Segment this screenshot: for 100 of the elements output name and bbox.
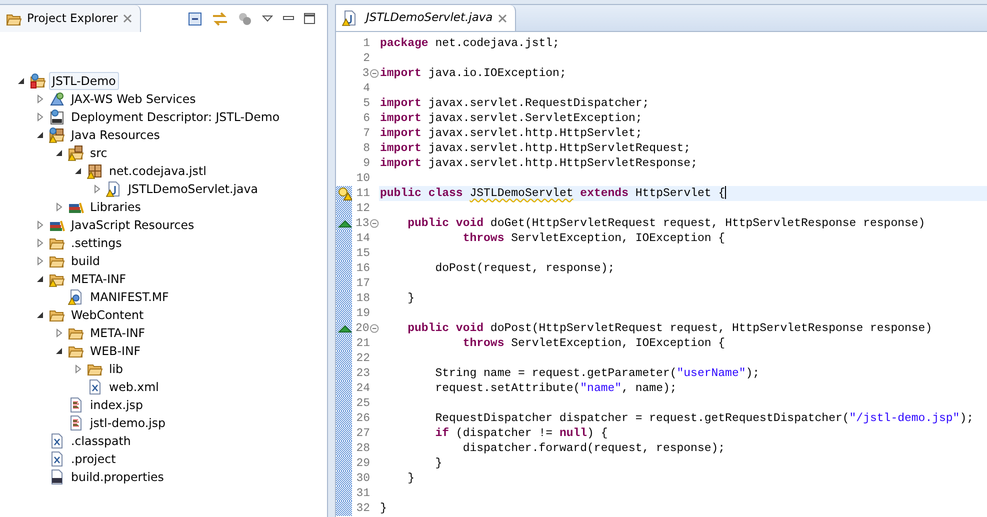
collapsed-arrow-icon[interactable] bbox=[54, 328, 64, 338]
tree-item[interactable]: JAX-WS Web Services bbox=[68, 90, 199, 108]
collapse-all-icon[interactable] bbox=[188, 12, 202, 26]
line-number: 26 bbox=[355, 410, 370, 427]
collapsed-arrow-icon[interactable] bbox=[73, 364, 83, 374]
tree-item[interactable]: META-INF bbox=[87, 324, 148, 342]
tree-item[interactable]: WEB-INF bbox=[87, 342, 144, 360]
code-line: import javax.servlet.http.HttpServletResponse; bbox=[379, 156, 698, 171]
tree-item[interactable]: .settings bbox=[68, 234, 125, 252]
tab-title: Project Explorer bbox=[27, 10, 118, 27]
expanded-arrow-icon[interactable] bbox=[54, 346, 64, 356]
tree-item[interactable]: net.codejava.jstl bbox=[106, 162, 210, 180]
line-number: 7 bbox=[362, 126, 370, 142]
disabled-toolbar-icon bbox=[238, 12, 252, 26]
line-number: 22 bbox=[355, 350, 370, 367]
link-arrows-icon[interactable] bbox=[212, 12, 228, 26]
tree-item[interactable]: build.properties bbox=[68, 468, 167, 486]
tree-item[interactable]: index.jsp bbox=[87, 396, 146, 414]
collapse-fold-icon[interactable] bbox=[370, 69, 379, 78]
close-icon[interactable] bbox=[122, 14, 132, 23]
code-line: package net.codejava.jstl; bbox=[379, 36, 560, 51]
line-number: 15 bbox=[355, 246, 370, 262]
line-number: 19 bbox=[355, 306, 370, 322]
editor-tab[interactable]: JSTLDemoServlet.java bbox=[336, 5, 516, 31]
collapsed-arrow-icon[interactable] bbox=[35, 94, 45, 104]
line-number: 6 bbox=[362, 110, 370, 127]
web-services-icon bbox=[49, 91, 65, 107]
code-line: request.setAttribute("name", name); bbox=[434, 381, 678, 396]
tree-item[interactable]: build bbox=[68, 252, 104, 270]
tree-item[interactable]: Deployment Descriptor: JSTL-Demo bbox=[68, 108, 283, 126]
line-number: 13 bbox=[354, 216, 370, 232]
collapsed-arrow-icon[interactable] bbox=[54, 202, 64, 212]
code-line: import javax.servlet.RequestDispatcher; bbox=[379, 96, 650, 111]
view-menu-icon[interactable] bbox=[262, 15, 273, 22]
expanded-arrow-icon[interactable] bbox=[73, 166, 83, 176]
jsp-file-icon bbox=[68, 415, 84, 431]
code-line: RequestDispatcher dispatcher = request.getRequestDispatcher("/jstl-demo.jsp"); bbox=[434, 411, 975, 426]
collapsed-arrow-icon[interactable] bbox=[35, 256, 45, 266]
line-number: 17 bbox=[355, 276, 370, 292]
tree-item[interactable]: Libraries bbox=[87, 198, 144, 216]
line-number: 30 bbox=[355, 470, 370, 487]
collapsed-arrow-icon[interactable] bbox=[35, 112, 45, 122]
line-number: 25 bbox=[355, 396, 370, 412]
collapse-fold-icon[interactable] bbox=[370, 324, 379, 333]
code-line: } bbox=[434, 456, 444, 471]
line-number: 31 bbox=[355, 486, 370, 502]
maximize-icon[interactable] bbox=[304, 13, 315, 24]
code-line: import javax.servlet.http.HttpServletRequest; bbox=[379, 141, 692, 156]
tab-title: JSTLDemoServlet.java bbox=[366, 9, 493, 26]
project-explorer-tab[interactable]: Project Explorer bbox=[0, 5, 141, 32]
line-number: 2 bbox=[362, 50, 370, 67]
tree-item[interactable]: JSTLDemoServlet.java bbox=[125, 180, 262, 198]
code-line: throws ServletException, IOException { bbox=[462, 336, 726, 351]
line-number: 24 bbox=[355, 380, 370, 397]
code-line: import javax.servlet.http.HttpServlet; bbox=[379, 126, 644, 141]
line-number: 1 bbox=[362, 36, 370, 52]
collapsed-arrow-icon[interactable] bbox=[35, 238, 45, 248]
tree-item[interactable]: WebContent bbox=[68, 306, 147, 324]
line-number: 21 bbox=[355, 336, 370, 352]
tree-item[interactable]: lib bbox=[106, 360, 126, 378]
code-line: throws ServletException, IOException { bbox=[462, 231, 726, 246]
collapsed-arrow-icon[interactable] bbox=[35, 220, 45, 230]
tree-item[interactable]: Java Resources bbox=[68, 126, 163, 144]
minimize-icon[interactable] bbox=[283, 16, 294, 21]
line-number: 29 bbox=[355, 456, 370, 472]
xml-file-icon bbox=[49, 433, 65, 449]
code-line: if (dispatcher != null) { bbox=[434, 426, 609, 441]
jsp-file-icon bbox=[68, 397, 84, 413]
tree-item[interactable]: .classpath bbox=[68, 432, 134, 450]
code-line: } bbox=[379, 501, 388, 516]
project-folder-icon bbox=[30, 73, 46, 89]
tree-item[interactable]: web.xml bbox=[106, 378, 162, 396]
xml-file-icon bbox=[49, 451, 65, 467]
code-line: } bbox=[406, 471, 416, 486]
properties-file-icon bbox=[49, 469, 65, 485]
tree-item[interactable]: .project bbox=[68, 450, 119, 468]
expanded-arrow-icon[interactable] bbox=[54, 148, 64, 158]
line-number: 11 bbox=[355, 186, 370, 202]
collapse-fold-icon[interactable] bbox=[370, 219, 379, 228]
tree-item[interactable]: MANIFEST.MF bbox=[87, 288, 172, 306]
code-line: dispatcher.forward(request, response); bbox=[462, 441, 726, 456]
tree-item[interactable]: src bbox=[87, 144, 110, 162]
descriptor-icon bbox=[49, 109, 65, 125]
line-number: 20 bbox=[354, 320, 370, 337]
expanded-arrow-icon[interactable] bbox=[16, 76, 26, 86]
code-line: doPost(request, response); bbox=[434, 261, 616, 276]
expanded-arrow-icon[interactable] bbox=[35, 310, 45, 320]
line-number: 12 bbox=[355, 200, 370, 217]
line-number: 14 bbox=[355, 230, 370, 247]
xml-file-icon bbox=[87, 379, 103, 395]
expanded-arrow-icon[interactable] bbox=[35, 130, 45, 140]
line-number: 23 bbox=[355, 366, 370, 382]
tree-item[interactable]: JSTL-Demo bbox=[49, 72, 119, 90]
tree-item[interactable]: jstl-demo.jsp bbox=[87, 414, 168, 432]
tree-item[interactable]: META-INF bbox=[68, 270, 130, 288]
expanded-arrow-icon[interactable] bbox=[35, 274, 45, 284]
code-line: String name = request.getParameter("userName"); bbox=[434, 366, 761, 381]
collapsed-arrow-icon[interactable] bbox=[92, 184, 102, 194]
tree-item[interactable]: JavaScript Resources bbox=[68, 216, 198, 234]
close-icon[interactable] bbox=[498, 14, 507, 22]
